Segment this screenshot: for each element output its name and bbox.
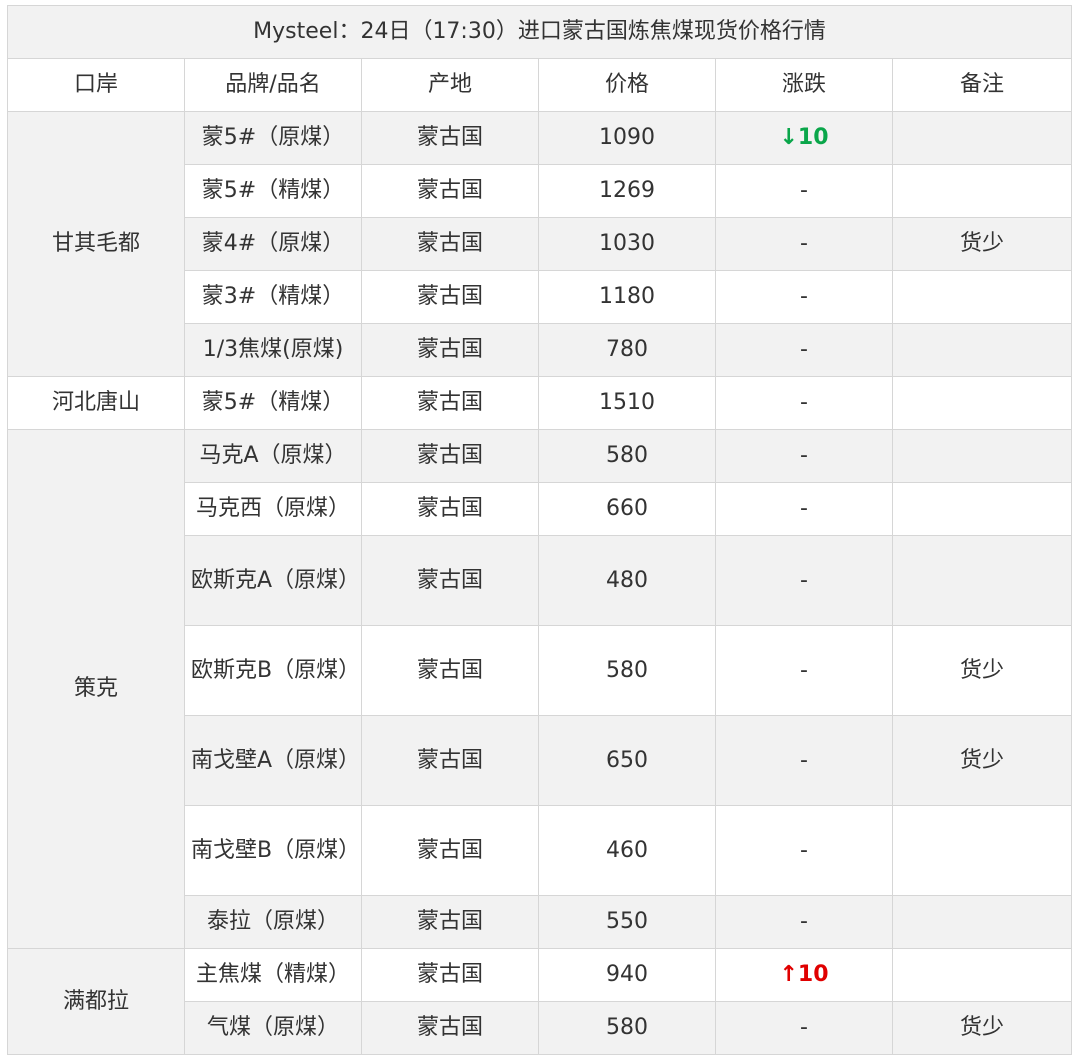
table-row: 河北唐山 蒙5#（精煤） 蒙古国 1510 - — [7, 376, 1073, 430]
header-change: 涨跌 — [715, 58, 893, 112]
table-row: 满都拉 主焦煤（精煤） 蒙古国 940 ↑10 — [7, 948, 1073, 1055]
price-cell: 1269 — [538, 164, 716, 218]
brand-cell: 1/3焦煤(原煤) — [184, 323, 362, 377]
brand-cell: 蒙5#（精煤） — [184, 164, 362, 218]
note-cell: 货少 — [891, 625, 1073, 716]
header-port: 口岸 — [7, 58, 185, 112]
change-value: 10 — [797, 125, 829, 150]
change-cell: - — [715, 1001, 893, 1055]
brand-cell: 马克A（原煤） — [184, 429, 362, 483]
price-cell: 660 — [538, 482, 716, 536]
brand-cell: 蒙3#（精煤） — [184, 270, 362, 324]
brand-cell: 马克西（原煤） — [184, 482, 362, 536]
origin-cell: 蒙古国 — [361, 164, 539, 218]
header-row: 口岸 品牌/品名 产地 价格 涨跌 备注 — [7, 58, 1073, 112]
origin-cell: 蒙古国 — [361, 948, 539, 1002]
change-cell: - — [715, 715, 893, 806]
note-cell — [891, 535, 1073, 626]
brand-cell: 气煤（原煤） — [184, 1001, 362, 1055]
change-cell: ↑10 — [715, 948, 893, 1002]
origin-cell: 蒙古国 — [361, 376, 539, 430]
change-cell: - — [715, 895, 893, 949]
price-cell: 480 — [538, 535, 716, 626]
brand-cell: 南戈壁A（原煤） — [184, 715, 362, 806]
change-cell: - — [715, 429, 893, 483]
change-cell: - — [715, 323, 893, 377]
price-cell: 650 — [538, 715, 716, 806]
brand-cell: 欧斯克A（原煤） — [184, 535, 362, 626]
change-value: 10 — [797, 962, 829, 987]
port-cell: 策克 — [7, 429, 185, 949]
price-cell: 1090 — [538, 111, 716, 165]
price-cell: 940 — [538, 948, 716, 1002]
change-cell: - — [715, 376, 893, 430]
change-cell: - — [715, 805, 893, 896]
price-cell: 1510 — [538, 376, 716, 430]
brand-cell: 主焦煤（精煤） — [184, 948, 362, 1002]
note-cell: 货少 — [891, 715, 1073, 806]
note-cell — [891, 948, 1073, 1002]
note-cell — [891, 805, 1073, 896]
origin-cell: 蒙古国 — [361, 217, 539, 271]
origin-cell: 蒙古国 — [361, 895, 539, 949]
change-cell: - — [715, 164, 893, 218]
price-cell: 780 — [538, 323, 716, 377]
price-cell: 580 — [538, 625, 716, 716]
origin-cell: 蒙古国 — [361, 535, 539, 626]
note-cell — [891, 270, 1073, 324]
origin-cell: 蒙古国 — [361, 323, 539, 377]
origin-cell: 蒙古国 — [361, 805, 539, 896]
origin-cell: 蒙古国 — [361, 715, 539, 806]
note-cell — [891, 376, 1073, 430]
port-cell: 甘其毛都 — [7, 111, 185, 377]
brand-cell: 蒙5#（精煤） — [184, 376, 362, 430]
up-arrow-icon: ↑ — [779, 962, 798, 987]
brand-cell: 蒙4#（原煤） — [184, 217, 362, 271]
price-cell: 580 — [538, 1001, 716, 1055]
price-cell: 550 — [538, 895, 716, 949]
brand-cell: 蒙5#（原煤） — [184, 111, 362, 165]
brand-cell: 泰拉（原煤） — [184, 895, 362, 949]
origin-cell: 蒙古国 — [361, 1001, 539, 1055]
change-cell: - — [715, 535, 893, 626]
change-cell: - — [715, 217, 893, 271]
price-table: Mysteel：24日（17:30）进口蒙古国炼焦煤现货价格行情 口岸 品牌/品… — [6, 5, 1073, 1055]
note-cell — [891, 895, 1073, 949]
origin-cell: 蒙古国 — [361, 429, 539, 483]
note-cell — [891, 111, 1073, 165]
table-row: 甘其毛都 蒙5#（原煤） 蒙古国 1090 ↓10 — [7, 111, 1073, 377]
origin-cell: 蒙古国 — [361, 625, 539, 716]
change-cell: - — [715, 625, 893, 716]
header-brand: 品牌/品名 — [184, 58, 362, 112]
price-cell: 1180 — [538, 270, 716, 324]
header-price: 价格 — [538, 58, 716, 112]
note-cell: 货少 — [891, 217, 1073, 271]
down-arrow-icon: ↓ — [779, 125, 798, 150]
note-cell: 货少 — [891, 1001, 1073, 1055]
table-title: Mysteel：24日（17:30）进口蒙古国炼焦煤现货价格行情 — [6, 5, 1073, 59]
change-cell: ↓10 — [715, 111, 893, 165]
origin-cell: 蒙古国 — [361, 270, 539, 324]
price-cell: 460 — [538, 805, 716, 896]
note-cell — [891, 323, 1073, 377]
brand-cell: 欧斯克B（原煤） — [184, 625, 362, 716]
change-cell: - — [715, 270, 893, 324]
header-note: 备注 — [891, 58, 1073, 112]
change-cell: - — [715, 482, 893, 536]
origin-cell: 蒙古国 — [361, 482, 539, 536]
note-cell — [891, 429, 1073, 483]
note-cell — [891, 482, 1073, 536]
page: Mysteel：24日（17:30）进口蒙古国炼焦煤现货价格行情 口岸 品牌/品… — [0, 0, 1080, 1058]
header-origin: 产地 — [361, 58, 539, 112]
port-cell: 河北唐山 — [7, 376, 185, 430]
table-row: 策克 马克A（原煤） 蒙古国 580 - — [7, 429, 1073, 949]
note-cell — [891, 164, 1073, 218]
price-cell: 580 — [538, 429, 716, 483]
brand-cell: 南戈壁B（原煤） — [184, 805, 362, 896]
price-cell: 1030 — [538, 217, 716, 271]
port-cell: 满都拉 — [7, 948, 185, 1055]
origin-cell: 蒙古国 — [361, 111, 539, 165]
